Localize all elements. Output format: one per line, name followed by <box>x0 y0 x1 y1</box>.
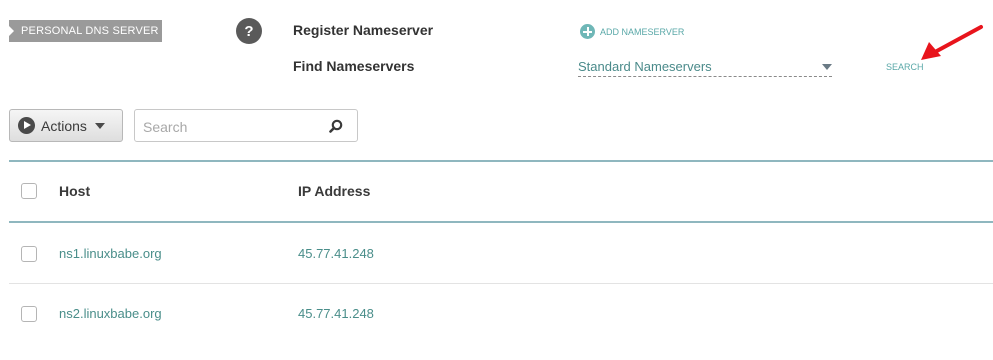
table-header-divider <box>9 221 993 223</box>
search-icon[interactable] <box>329 119 343 133</box>
chevron-down-icon <box>94 122 105 129</box>
register-nameserver-label: Register Nameserver <box>293 22 434 38</box>
actions-label: Actions <box>41 117 87 134</box>
play-circle-icon <box>18 117 35 134</box>
add-nameserver-label: ADD NAMESERVER <box>600 26 685 37</box>
ip-address-cell: 45.77.41.248 <box>298 306 374 321</box>
help-icon[interactable]: ? <box>236 18 262 44</box>
row-checkbox[interactable] <box>21 306 37 322</box>
section-tag: PERSONAL DNS SERVER <box>9 20 162 42</box>
actions-button[interactable]: Actions <box>9 109 123 142</box>
host-cell[interactable]: ns2.linuxbabe.org <box>59 306 162 321</box>
dns-settings-page: PERSONAL DNS SERVER ? Register Nameserve… <box>0 0 993 360</box>
row-divider <box>9 283 993 284</box>
caret-down-icon <box>822 63 832 70</box>
host-cell[interactable]: ns1.linuxbabe.org <box>59 246 162 261</box>
row-checkbox[interactable] <box>21 246 37 262</box>
select-all-checkbox[interactable] <box>21 183 37 199</box>
nameserver-type-value: Standard Nameservers <box>578 59 712 74</box>
column-header-host: Host <box>59 183 91 199</box>
ip-address-cell: 45.77.41.248 <box>298 246 374 261</box>
add-nameserver-button[interactable]: ADD NAMESERVER <box>580 24 684 39</box>
column-header-ip-address: IP Address <box>298 183 371 199</box>
plus-circle-icon <box>580 24 595 39</box>
nameserver-type-select[interactable]: Standard Nameservers <box>578 57 832 77</box>
search-field[interactable] <box>134 109 358 142</box>
search-input[interactable] <box>143 118 323 135</box>
red-arrow-icon <box>921 25 983 60</box>
find-nameservers-label: Find Nameservers <box>293 58 415 74</box>
table-top-divider <box>9 160 993 162</box>
